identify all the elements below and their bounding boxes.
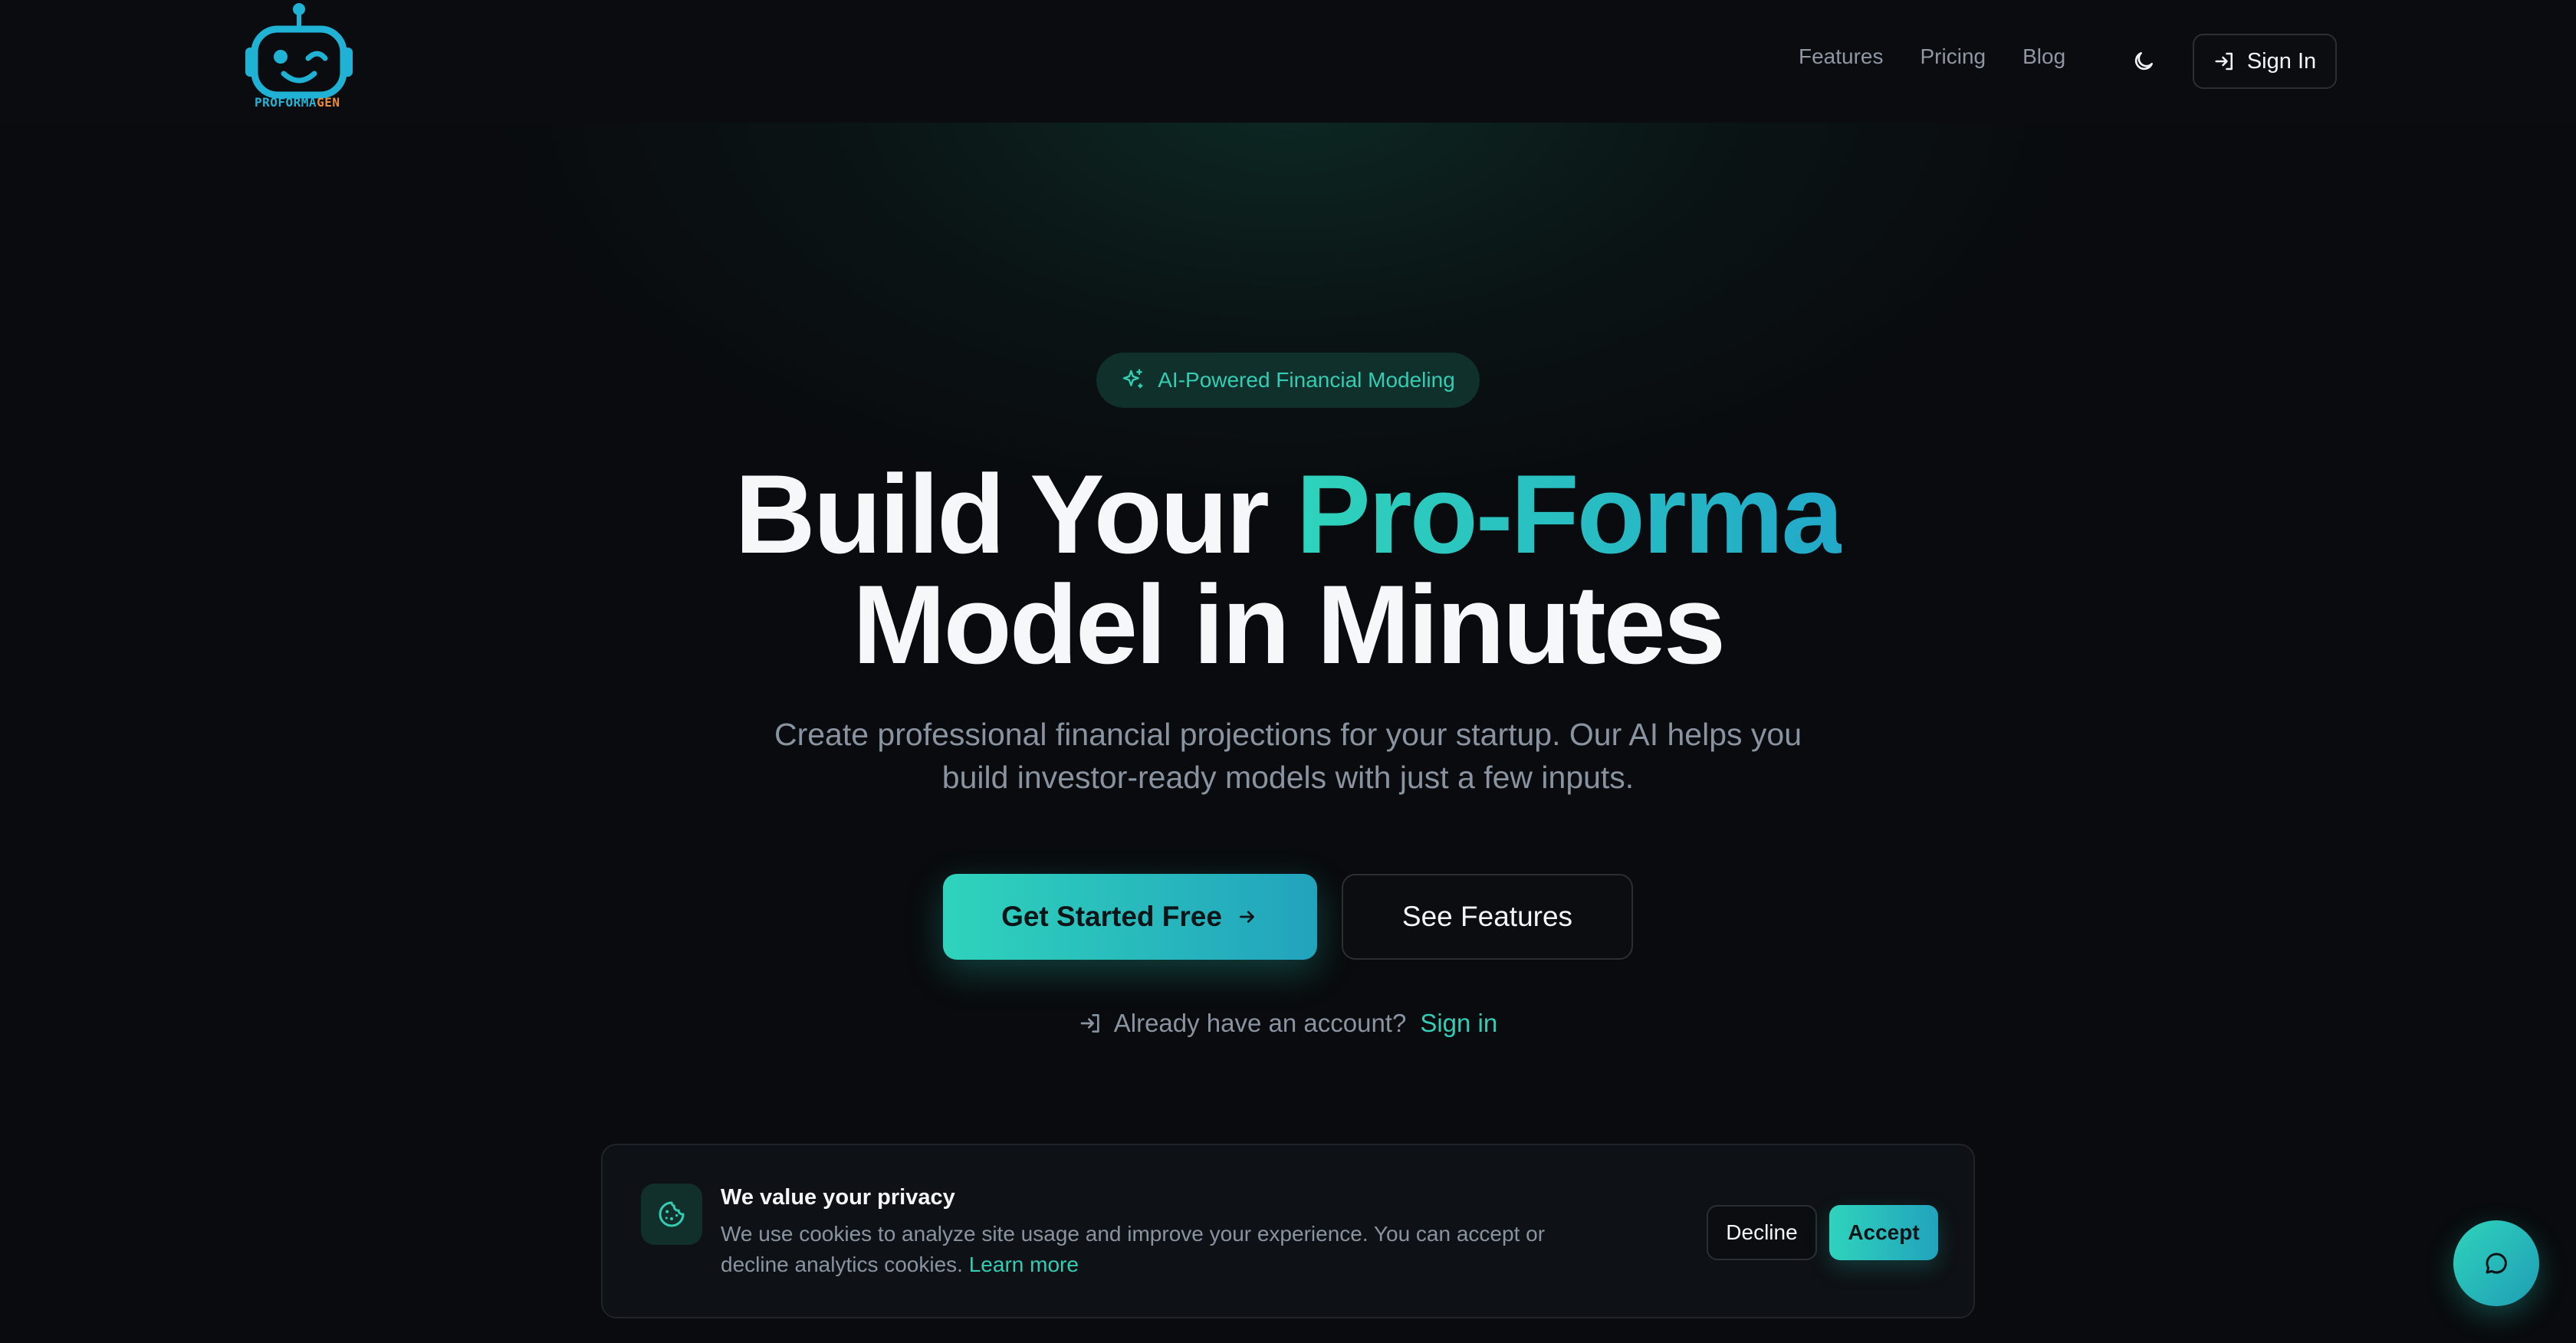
cookie-title: We value your privacy xyxy=(721,1185,955,1210)
sign-in-icon xyxy=(1080,1014,1099,1033)
get-started-button[interactable]: Get Started Free xyxy=(943,874,1317,960)
nav-link-blog[interactable]: Blog xyxy=(2022,44,2065,69)
cookie-consent-banner: We value your privacy We use cookies to … xyxy=(601,1144,1975,1318)
hero-subtitle: Create professional financial projection… xyxy=(774,717,1802,795)
nav-link-pricing[interactable]: Pricing xyxy=(1921,44,1986,69)
hero-title-accent: Pro-Forma xyxy=(1296,451,1843,576)
brand-wordmark: PROFORMAGEN xyxy=(255,95,340,110)
moon-icon xyxy=(2134,52,2153,71)
cookie-icon xyxy=(659,1201,685,1227)
feature-badge: AI-Powered Financial Modeling xyxy=(1096,353,1480,408)
arrow-right-icon xyxy=(1239,911,1254,923)
sign-in-button[interactable]: Sign In xyxy=(2193,34,2337,89)
sign-in-prompt-text: Already have an account? xyxy=(1113,1009,1407,1037)
chat-bubble-icon xyxy=(2486,1253,2507,1274)
chat-button[interactable] xyxy=(2453,1220,2539,1306)
accept-button[interactable]: Accept xyxy=(1829,1205,1938,1260)
main-nav: Features Pricing Blog xyxy=(1799,44,2065,69)
see-features-button[interactable]: See Features xyxy=(1342,874,1633,960)
sign-in-icon xyxy=(2215,52,2233,71)
top-navigation-bar: PROFORMAGEN Features Pricing Blog Sign I… xyxy=(0,0,2576,123)
learn-more-link[interactable]: Learn more xyxy=(969,1253,1079,1276)
theme-toggle-button[interactable] xyxy=(2127,44,2160,78)
sign-in-prompt: Already have an account? Sign in xyxy=(0,1009,2576,1038)
get-started-label: Get Started Free xyxy=(1001,901,1222,932)
cookie-icon-tile xyxy=(641,1184,702,1245)
cookie-description: We use cookies to analyze site usage and… xyxy=(721,1222,1546,1276)
sign-in-link[interactable]: Sign in xyxy=(1420,1009,1497,1038)
hero-title-line-2: Model in Minutes xyxy=(852,562,1726,687)
nav-link-features[interactable]: Features xyxy=(1799,44,1884,69)
sparkles-icon xyxy=(1123,369,1143,389)
badge-label: AI-Powered Financial Modeling xyxy=(1158,368,1455,392)
sign-in-label: Sign In xyxy=(2246,48,2317,74)
decline-button[interactable]: Decline xyxy=(1707,1205,1817,1260)
hero-title-line-1: Build Your Pro-Forma xyxy=(734,451,1843,576)
